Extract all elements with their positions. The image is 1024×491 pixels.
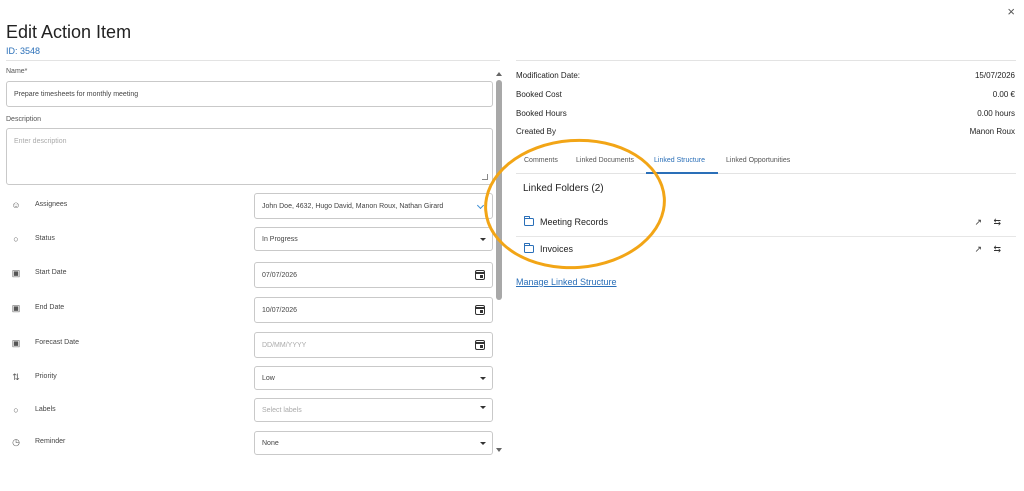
end-date-value: 10/07/2026	[262, 306, 298, 314]
calendar-icon: ▣	[11, 302, 21, 313]
scroll-down-arrow-icon[interactable]	[496, 448, 502, 452]
close-icon[interactable]: ×	[1007, 4, 1015, 19]
start-date-label: Start Date	[35, 269, 67, 276]
end-date-input[interactable]: 10/07/2026	[254, 297, 493, 323]
open-external-icon[interactable]: ↗	[974, 217, 982, 228]
scrollbar-thumb[interactable]	[496, 80, 502, 300]
labels-select[interactable]: Select labels	[254, 398, 493, 422]
status-label: Status	[35, 235, 55, 242]
scroll-up-arrow-icon[interactable]	[496, 72, 502, 76]
status-select[interactable]: In Progress	[254, 227, 493, 251]
resize-handle-icon[interactable]	[482, 174, 488, 180]
tab-comments[interactable]: Comments	[524, 157, 558, 164]
modification-date-label: Modification Date:	[516, 71, 581, 80]
list-item[interactable]: Invoices ↗ ⇆	[516, 237, 1016, 263]
manage-linked-structure-link[interactable]: Manage Linked Structure	[516, 277, 617, 287]
assignees-multiselect[interactable]: John Doe, 4632, Hugo David, Manon Roux, …	[254, 193, 493, 219]
calendar-picker-icon[interactable]	[475, 305, 485, 315]
people-icon: ☺	[11, 200, 21, 210]
linked-folders-title: Linked Folders (2)	[523, 183, 604, 194]
priority-select[interactable]: Low	[254, 366, 493, 390]
start-date-input[interactable]: 07/07/2026	[254, 262, 493, 288]
clock-icon: ◷	[12, 436, 20, 447]
active-tab-indicator	[646, 172, 718, 174]
description-label: Description	[6, 116, 42, 123]
reminder-select[interactable]: None	[254, 431, 493, 455]
tab-linked-documents[interactable]: Linked Documents	[576, 157, 634, 164]
chevron-down-icon[interactable]	[476, 201, 485, 210]
dropdown-caret-icon	[480, 406, 486, 409]
item-id: ID: 3548	[6, 46, 41, 56]
assignees-value: John Doe, 4632, Hugo David, Manon Roux, …	[262, 202, 444, 210]
dropdown-caret-icon	[480, 377, 486, 380]
tab-linked-opportunities[interactable]: Linked Opportunities	[726, 157, 790, 164]
calendar-icon: ▣	[11, 337, 21, 348]
booked-hours-value: 0.00 hours	[977, 109, 1015, 118]
dropdown-caret-icon	[480, 442, 486, 445]
unlink-icon[interactable]: ⇆	[993, 244, 1001, 255]
page-title: Edit Action Item	[6, 22, 132, 42]
circle-icon: ○	[13, 234, 19, 244]
divider	[6, 60, 500, 61]
name-input[interactable]: Prepare timesheets for monthly meeting	[6, 81, 493, 107]
name-label: Name*	[6, 68, 28, 75]
calendar-picker-icon[interactable]	[475, 270, 485, 280]
booked-hours-label: Booked Hours	[516, 109, 567, 118]
forecast-date-input[interactable]: DD/MM/YYYY	[254, 332, 493, 358]
priority-value: Low	[262, 374, 275, 382]
assignees-label: Assignees	[35, 201, 68, 208]
labels-label: Labels	[35, 406, 56, 413]
reminder-label: Reminder	[35, 438, 66, 445]
modification-date-value: 15/07/2026	[974, 71, 1015, 80]
forecast-date-placeholder: DD/MM/YYYY	[262, 341, 307, 349]
dropdown-caret-icon	[480, 238, 486, 241]
labels-placeholder: Select labels	[262, 406, 302, 414]
description-input[interactable]: Enter description	[6, 128, 493, 185]
tab-linked-structure[interactable]: Linked Structure	[654, 157, 705, 164]
divider	[516, 60, 1016, 61]
created-by-value: Manon Roux	[969, 127, 1015, 136]
booked-cost-value: 0.00 €	[992, 90, 1015, 99]
forecast-date-label: Forecast Date	[35, 339, 79, 346]
created-by-label: Created By	[516, 127, 557, 136]
open-external-icon[interactable]: ↗	[974, 244, 982, 255]
description-placeholder: Enter description	[14, 138, 67, 145]
booked-cost-label: Booked Cost	[516, 90, 562, 99]
folder-icon	[523, 216, 534, 226]
folder-name: Invoices	[540, 244, 574, 254]
start-date-value: 07/07/2026	[262, 271, 298, 279]
list-item[interactable]: Meeting Records ↗ ⇆	[516, 210, 1016, 236]
reminder-value: None	[262, 439, 279, 447]
priority-label: Priority	[35, 373, 57, 380]
calendar-picker-icon[interactable]	[475, 340, 485, 350]
status-value: In Progress	[262, 235, 298, 243]
unlink-icon[interactable]: ⇆	[993, 217, 1001, 228]
end-date-label: End Date	[35, 304, 65, 311]
sort-arrows-icon: ⇅	[12, 371, 20, 382]
folder-name: Meeting Records	[540, 217, 609, 227]
calendar-icon: ▣	[11, 267, 21, 278]
circle-icon: ○	[13, 405, 19, 415]
tabs-divider	[516, 173, 1016, 174]
folder-icon	[523, 243, 534, 253]
